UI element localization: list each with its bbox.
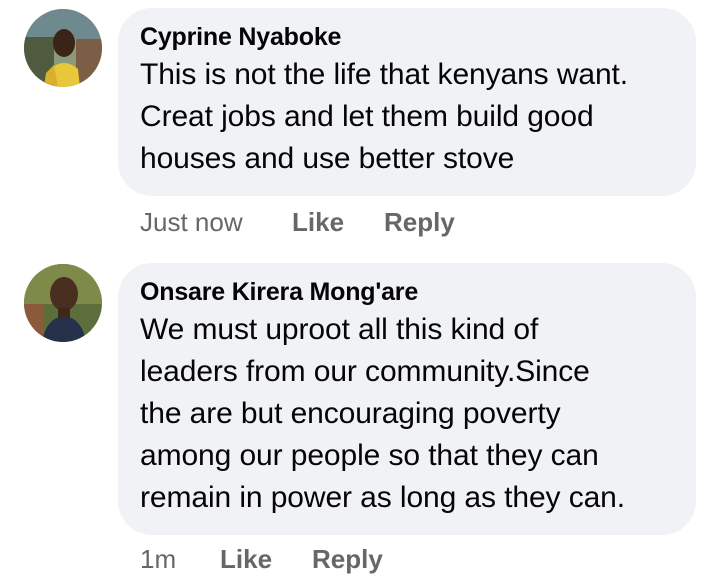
comment-bubble: Onsare Kirera Mong'are We must uproot al… bbox=[118, 263, 696, 535]
comment-text-line: leaders from our community.Since bbox=[140, 355, 590, 388]
comment-actions: 1m Like Reply bbox=[140, 544, 383, 575]
comment-text-line: houses and use better stove bbox=[140, 142, 515, 175]
comment-text-line: Creat jobs and let them build good bbox=[140, 100, 594, 133]
avatar-photo-2 bbox=[24, 264, 102, 342]
reply-button[interactable]: Reply bbox=[312, 544, 383, 575]
comment-timestamp[interactable]: 1m bbox=[140, 544, 220, 575]
comment-actions: Just now Like Reply bbox=[140, 207, 455, 238]
comment-text: This is not the life that kenyans want. … bbox=[140, 54, 672, 180]
avatar-photo-1 bbox=[24, 9, 102, 87]
reply-button[interactable]: Reply bbox=[384, 207, 455, 238]
comment-bubble: Cyprine Nyaboke This is not the life tha… bbox=[118, 8, 696, 196]
comment-text: We must uproot all this kind of leaders … bbox=[140, 309, 672, 519]
comment-text-line: This is not the life that kenyans want. bbox=[140, 58, 629, 91]
comment-text-line: We must uproot all this kind of bbox=[140, 313, 539, 346]
comment-author[interactable]: Onsare Kirera Mong'are bbox=[140, 277, 672, 307]
avatar[interactable] bbox=[24, 9, 102, 87]
comment-text-line: the are but encouraging poverty bbox=[140, 397, 561, 430]
like-button[interactable]: Like bbox=[220, 544, 312, 575]
avatar[interactable] bbox=[24, 264, 102, 342]
comment-timestamp[interactable]: Just now bbox=[140, 207, 292, 238]
comment-author[interactable]: Cyprine Nyaboke bbox=[140, 22, 672, 52]
like-button[interactable]: Like bbox=[292, 207, 384, 238]
comment-text-line: among our people so that they can bbox=[140, 439, 599, 472]
comment-text-line: remain in power as long as they can. bbox=[140, 481, 625, 514]
